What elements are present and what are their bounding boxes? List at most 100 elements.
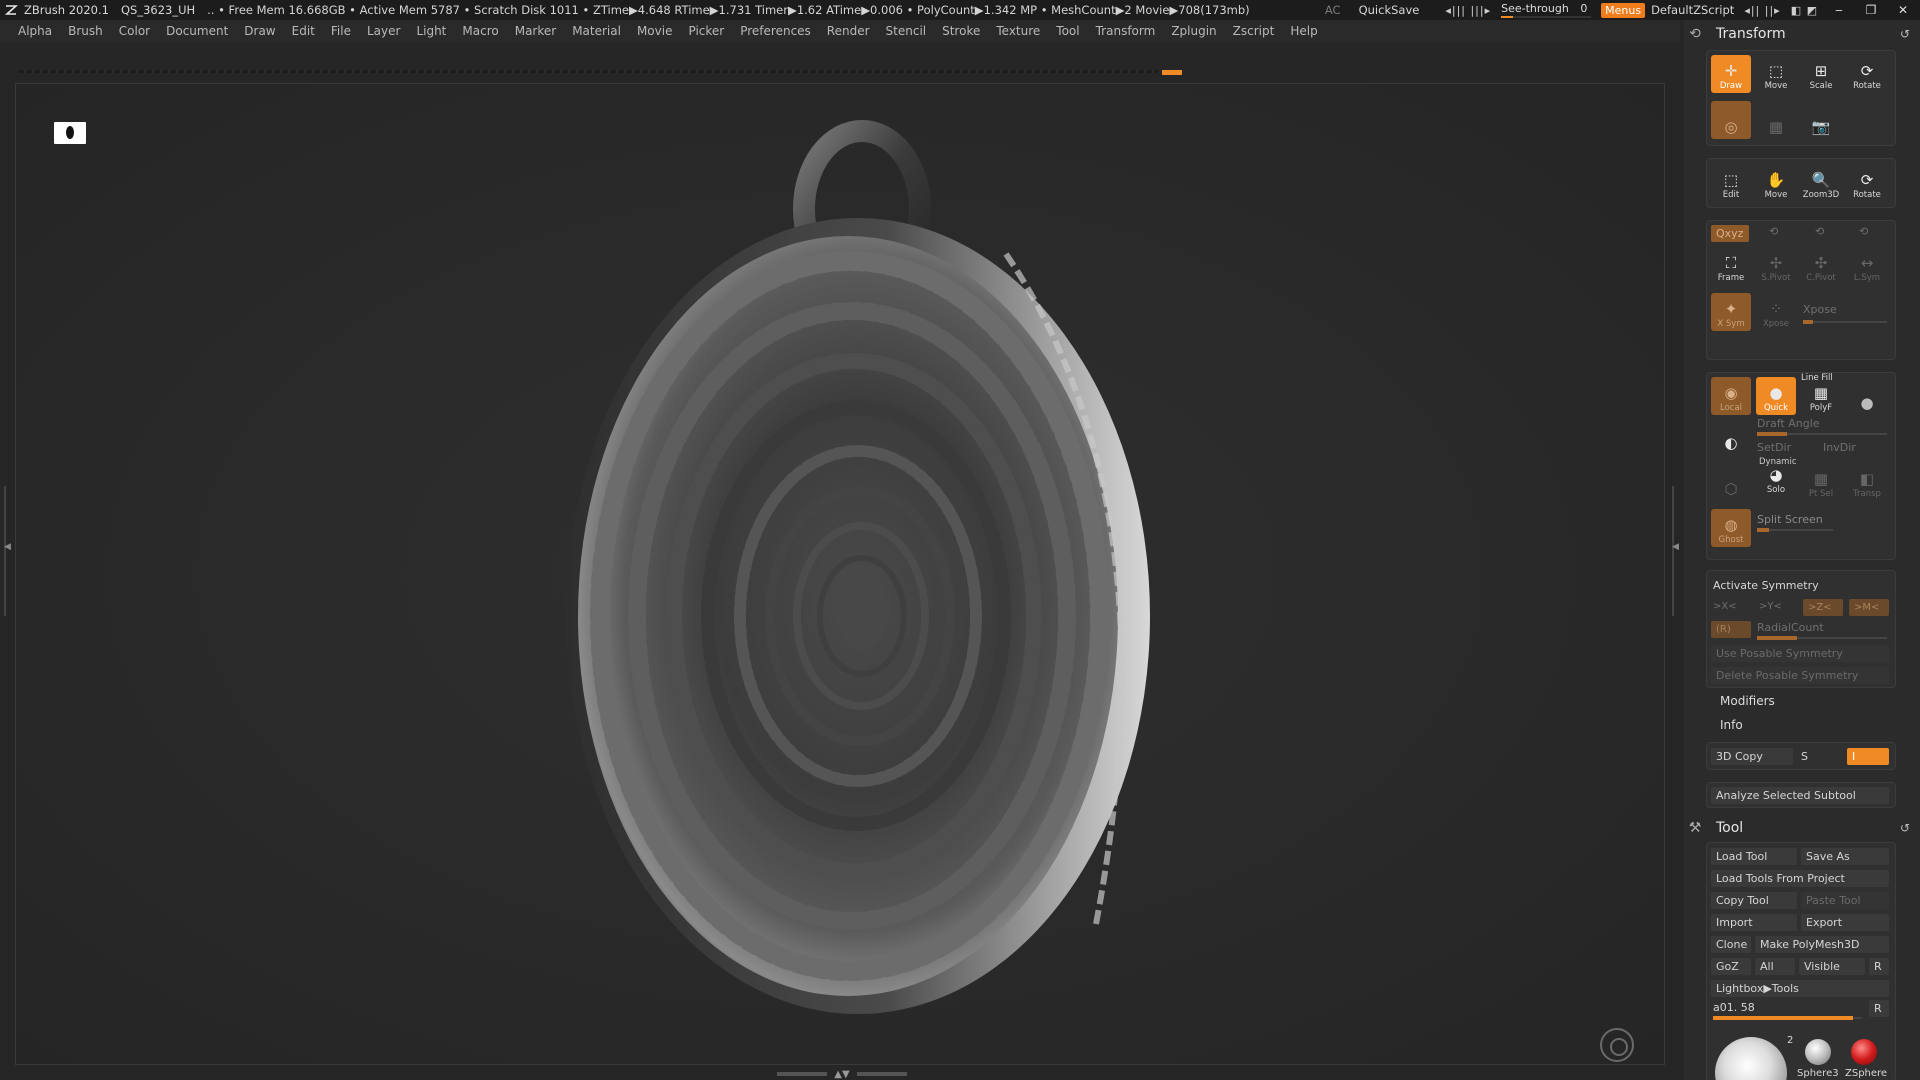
menu-light[interactable]: Light xyxy=(416,24,446,38)
use-posable-symmetry-button[interactable]: Use Posable Symmetry xyxy=(1711,645,1889,662)
sym-m-button[interactable]: >M< xyxy=(1849,599,1889,616)
goz-r-button[interactable]: R xyxy=(1869,958,1889,975)
activate-symmetry-button[interactable]: Activate Symmetry xyxy=(1713,579,1819,592)
load-tools-from-project-button[interactable]: Load Tools From Project xyxy=(1711,870,1889,887)
pan-move-button[interactable]: ✋ Move xyxy=(1756,164,1796,202)
menu-macro[interactable]: Macro xyxy=(462,24,498,38)
goz-all-button[interactable]: All xyxy=(1755,958,1795,975)
xsym-button[interactable]: ✦ X Sym xyxy=(1711,293,1751,331)
ac-button[interactable]: AC xyxy=(1325,3,1341,17)
polyf-button[interactable]: ▦ PolyF xyxy=(1801,377,1841,415)
local-button[interactable]: ◉ Local xyxy=(1711,377,1751,415)
scale-button[interactable]: ⊞ Scale xyxy=(1801,55,1841,93)
left-tray-handle[interactable]: ◀ xyxy=(4,486,11,616)
qxyz-button[interactable]: Qxyz xyxy=(1711,225,1749,242)
menu-file[interactable]: File xyxy=(331,24,351,38)
tool-reset-icon[interactable]: ↺ xyxy=(1900,821,1910,835)
sym-z-button[interactable]: >Z< xyxy=(1803,599,1843,616)
menu-zplugin[interactable]: Zplugin xyxy=(1171,24,1216,38)
shelf-marker[interactable] xyxy=(1162,70,1182,75)
rot-y-icon[interactable]: ⟲ xyxy=(1769,225,1778,238)
solo-button[interactable]: ◕ Solo xyxy=(1756,465,1796,497)
navigation-target-icon[interactable] xyxy=(1600,1028,1634,1062)
make-polymesh3d-button[interactable]: Make PolyMesh3D xyxy=(1755,936,1889,953)
menu-marker[interactable]: Marker xyxy=(515,24,556,38)
menu-edit[interactable]: Edit xyxy=(292,24,315,38)
move-button[interactable]: ⬚ Move xyxy=(1756,55,1796,93)
goz-visible-button[interactable]: Visible xyxy=(1799,958,1865,975)
menu-movie[interactable]: Movie xyxy=(637,24,673,38)
zoom3d-button[interactable]: 🔍 Zoom3D xyxy=(1801,164,1841,202)
menu-material[interactable]: Material xyxy=(572,24,621,38)
draft-toggle-button[interactable]: ◐ xyxy=(1711,417,1751,455)
analyze-selected-subtool-button[interactable]: Analyze Selected Subtool xyxy=(1711,787,1889,804)
edit-opacity-button[interactable]: ▦ xyxy=(1756,101,1796,139)
layout-switch-icon[interactable]: ◂|| ||▸ xyxy=(1744,4,1780,17)
sym-radial-button[interactable]: (R) xyxy=(1711,621,1751,638)
transform-header[interactable]: ⟲ Transform ↺ xyxy=(1684,22,1920,46)
spivot-button[interactable]: ✢ S.Pivot xyxy=(1756,247,1796,285)
edit-button[interactable]: ⬚ Edit xyxy=(1711,164,1751,202)
menus-toggle[interactable]: Menus xyxy=(1601,2,1646,18)
xpose-button[interactable]: ⁘ Xpose xyxy=(1756,293,1796,331)
menu-stroke[interactable]: Stroke xyxy=(942,24,980,38)
goz-button[interactable]: GoZ xyxy=(1711,958,1751,975)
menu-tool[interactable]: Tool xyxy=(1056,24,1079,38)
setdir-button[interactable]: SetDir xyxy=(1757,441,1791,454)
gizmo-button[interactable]: ◎ xyxy=(1711,101,1751,139)
rot-z-icon[interactable]: ⟲ xyxy=(1815,225,1824,238)
import-button[interactable]: Import xyxy=(1711,914,1797,931)
sym-x-button[interactable]: >X< xyxy=(1713,601,1737,612)
radialcount-slider[interactable] xyxy=(1757,636,1887,640)
close-icon[interactable]: ✕ xyxy=(1892,3,1914,17)
tool-header[interactable]: ⚒ Tool ↺ xyxy=(1684,816,1920,840)
help-popup-icon[interactable]: ◧ ◩ xyxy=(1791,4,1818,17)
xpose-slider[interactable] xyxy=(1803,320,1887,324)
right-tray-handle[interactable]: ◀ xyxy=(1672,486,1679,616)
cpivot-button[interactable]: ✣ C.Pivot xyxy=(1801,247,1841,285)
menu-stencil[interactable]: Stencil xyxy=(886,24,927,38)
perspective-button[interactable]: ⬡ xyxy=(1711,463,1751,501)
see-through-slider[interactable]: See-through 0 xyxy=(1501,2,1592,18)
menu-brush[interactable]: Brush xyxy=(68,24,103,38)
sphere3-thumbnail[interactable] xyxy=(1805,1039,1831,1065)
perspective-eye-icon[interactable] xyxy=(54,122,86,144)
menu-document[interactable]: Document xyxy=(166,24,228,38)
zsphere-thumbnail[interactable] xyxy=(1851,1039,1877,1065)
delete-posable-symmetry-button[interactable]: Delete Posable Symmetry xyxy=(1711,667,1889,684)
ptsel-button[interactable]: ▦ Pt Sel xyxy=(1801,463,1841,501)
rot-x-icon[interactable]: ⟲ xyxy=(1859,225,1868,238)
menu-alpha[interactable]: Alpha xyxy=(18,24,52,38)
frame-button[interactable]: ⛶ Frame xyxy=(1711,247,1751,285)
draft-angle-slider[interactable] xyxy=(1757,432,1887,436)
lightbox-tools-button[interactable]: Lightbox▶Tools xyxy=(1711,980,1889,997)
current-tool-thumbnail[interactable] xyxy=(1715,1037,1787,1080)
draw-button[interactable]: ✛ Draw xyxy=(1711,55,1751,93)
menu-layer[interactable]: Layer xyxy=(367,24,400,38)
menu-transform[interactable]: Transform xyxy=(1096,24,1156,38)
current-tool-r-button[interactable]: R xyxy=(1869,1000,1889,1017)
tool-slider[interactable] xyxy=(1713,1016,1861,1020)
copy-tool-button[interactable]: Copy Tool xyxy=(1711,892,1797,909)
quicksave-button[interactable]: QuickSave xyxy=(1359,3,1420,17)
info-subpalette[interactable]: Info xyxy=(1720,718,1743,732)
transp-button[interactable]: ◧ Transp xyxy=(1847,463,1887,501)
interface-transparency-icon[interactable]: ◂||| |||▸ xyxy=(1445,4,1491,17)
sym-y-button[interactable]: >Y< xyxy=(1759,601,1782,612)
paste-tool-button[interactable]: Paste Tool xyxy=(1801,892,1889,909)
menu-texture[interactable]: Texture xyxy=(996,24,1040,38)
menu-zscript[interactable]: Zscript xyxy=(1233,24,1275,38)
split-screen-slider[interactable] xyxy=(1757,528,1833,532)
restore-icon[interactable]: ❐ xyxy=(1860,3,1882,17)
menu-color[interactable]: Color xyxy=(119,24,150,38)
rotate-button[interactable]: ⟳ Rotate xyxy=(1847,55,1887,93)
menu-render[interactable]: Render xyxy=(827,24,870,38)
load-tool-button[interactable]: Load Tool xyxy=(1711,848,1797,865)
save-as-button[interactable]: Save As xyxy=(1801,848,1889,865)
menu-picker[interactable]: Picker xyxy=(688,24,724,38)
default-zscript-button[interactable]: DefaultZScript xyxy=(1651,3,1734,17)
menu-draw[interactable]: Draw xyxy=(244,24,275,38)
minimize-icon[interactable]: ‒ xyxy=(1828,3,1850,17)
invdir-button[interactable]: InvDir xyxy=(1823,441,1856,454)
ghost-button[interactable]: ◍ Ghost xyxy=(1711,509,1751,547)
